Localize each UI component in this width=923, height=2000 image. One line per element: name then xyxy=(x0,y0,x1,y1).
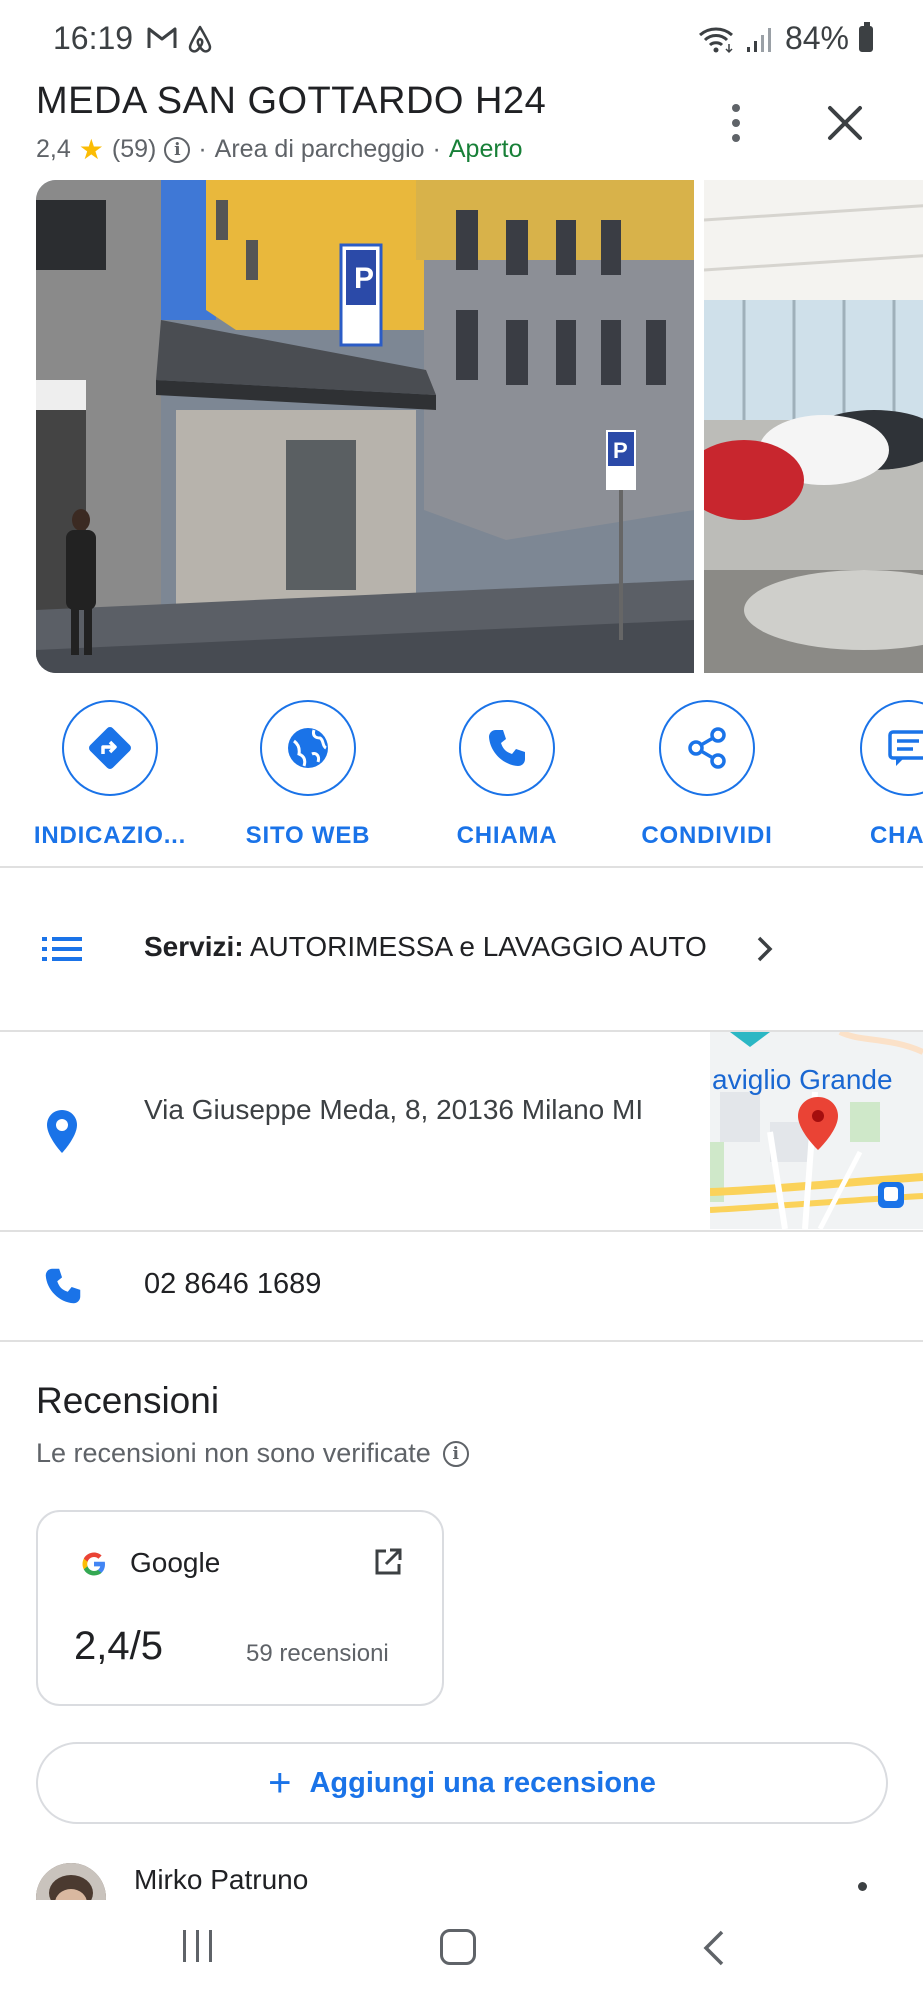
more-options-button[interactable] xyxy=(716,98,756,148)
call-button[interactable]: CHIAMA xyxy=(407,700,607,850)
website-button[interactable]: SITO WEB xyxy=(208,700,408,850)
share-button[interactable]: CONDIVIDI xyxy=(607,700,807,850)
services-row[interactable]: Servizi: AUTORIMESSA e LAVAGGIO AUTO xyxy=(0,870,923,1030)
status-right: 84% xyxy=(697,20,873,57)
rating-value: 2,4 xyxy=(36,135,71,163)
action-label: CHIAMA xyxy=(456,822,558,849)
address-row[interactable]: Via Giuseppe Meda, 8, 20136 Milano MI av… xyxy=(0,1030,923,1230)
action-label: CONDIVIDI xyxy=(641,822,773,849)
place-category: Area di parcheggio xyxy=(214,135,425,163)
chat-button[interactable]: CHA xyxy=(806,700,923,850)
reviews-title: Recensioni xyxy=(36,1380,220,1421)
action-bar: INDICAZIO... SITO WEB CHIAMA CONDIVIDI C… xyxy=(0,700,923,850)
divider xyxy=(0,866,923,868)
list-icon xyxy=(42,937,82,961)
action-label: CHA xyxy=(870,822,923,849)
separator-dot: · xyxy=(198,135,207,163)
reviews-subtitle: Le recensioni non sono verificate i xyxy=(36,1438,469,1469)
directions-icon xyxy=(89,727,131,769)
google-review-count: 59 recensioni xyxy=(246,1640,389,1667)
chat-icon xyxy=(888,730,923,766)
photo-carousel[interactable]: P P xyxy=(36,180,923,673)
more-vert-icon xyxy=(732,104,740,112)
review-count: (59) xyxy=(111,135,157,163)
airbnb-icon xyxy=(188,25,212,53)
add-review-label: Aggiungi una recensione xyxy=(309,1766,656,1799)
battery-percent: 84% xyxy=(784,20,849,56)
separator-dot: · xyxy=(432,135,441,163)
add-review-button[interactable]: + Aggiungi una recensione xyxy=(36,1742,888,1824)
svg-text:P: P xyxy=(613,438,628,463)
recent-apps-button[interactable] xyxy=(183,1930,212,1962)
services-value: AUTORIMESSA e LAVAGGIO AUTO xyxy=(249,931,707,962)
svg-text:P: P xyxy=(354,262,374,295)
place-photo[interactable]: P P xyxy=(36,180,694,673)
battery-icon xyxy=(859,21,873,52)
phone-number: 02 8646 1689 xyxy=(144,1268,322,1300)
close-icon xyxy=(828,106,862,140)
map-label: aviglio Grande xyxy=(712,1064,893,1095)
services-prefix: Servizi: xyxy=(144,931,244,962)
action-label: INDICAZIO... xyxy=(33,822,187,849)
phone-icon xyxy=(489,730,525,766)
rating-line: 2,4 ★ (59) i · Area di parcheggio · Aper… xyxy=(36,133,523,166)
place-title: MEDA SAN GOTTARDO H24 xyxy=(36,80,547,122)
home-button[interactable] xyxy=(440,1929,476,1965)
phone-icon xyxy=(45,1268,81,1304)
reviewer-name: Mirko Patruno xyxy=(134,1864,309,1895)
gmail-icon xyxy=(147,27,177,48)
open-external-icon[interactable] xyxy=(372,1546,404,1578)
system-nav-bar xyxy=(0,1900,923,2000)
google-score: 2,4/5 xyxy=(74,1624,163,1668)
share-icon xyxy=(688,727,726,769)
back-icon[interactable] xyxy=(700,1928,728,1968)
directions-button[interactable]: INDICAZIO... xyxy=(10,700,210,850)
info-icon[interactable]: i xyxy=(442,1440,469,1467)
info-icon[interactable]: i xyxy=(164,136,191,163)
google-rating-card[interactable]: G Google 2,4/5 59 recensioni xyxy=(36,1510,444,1706)
globe-icon xyxy=(288,728,328,768)
reviews-disclaimer: Le recensioni non sono verificate xyxy=(36,1438,431,1468)
divider xyxy=(0,1340,923,1342)
notification-icons xyxy=(146,24,214,54)
plus-icon: + xyxy=(268,1761,292,1805)
map-thumbnail[interactable]: aviglio Grande xyxy=(710,1032,923,1229)
star-icon: ★ xyxy=(78,134,104,165)
wifi-icon xyxy=(698,27,733,53)
close-button[interactable] xyxy=(820,98,870,148)
action-label: SITO WEB xyxy=(245,822,371,849)
open-status: Aperto xyxy=(448,135,523,163)
review-item[interactable]: Mirko Patruno xyxy=(0,1860,923,1933)
status-time: 16:19 xyxy=(53,20,134,56)
google-logo-icon xyxy=(82,1552,105,1576)
google-name: Google xyxy=(130,1547,221,1578)
chevron-right-icon xyxy=(757,936,773,962)
place-photo[interactable] xyxy=(704,180,923,673)
location-pin-icon xyxy=(47,1110,77,1153)
signal-icon xyxy=(746,27,771,52)
address-text: Via Giuseppe Meda, 8, 20136 Milano MI xyxy=(144,1094,644,1125)
status-bar: 16:19 84% xyxy=(0,0,923,80)
more-options-icon[interactable] xyxy=(858,1882,867,1891)
phone-row[interactable]: 02 8646 1689 xyxy=(0,1230,923,1340)
services-text: Servizi: AUTORIMESSA e LAVAGGIO AUTO xyxy=(144,931,707,963)
